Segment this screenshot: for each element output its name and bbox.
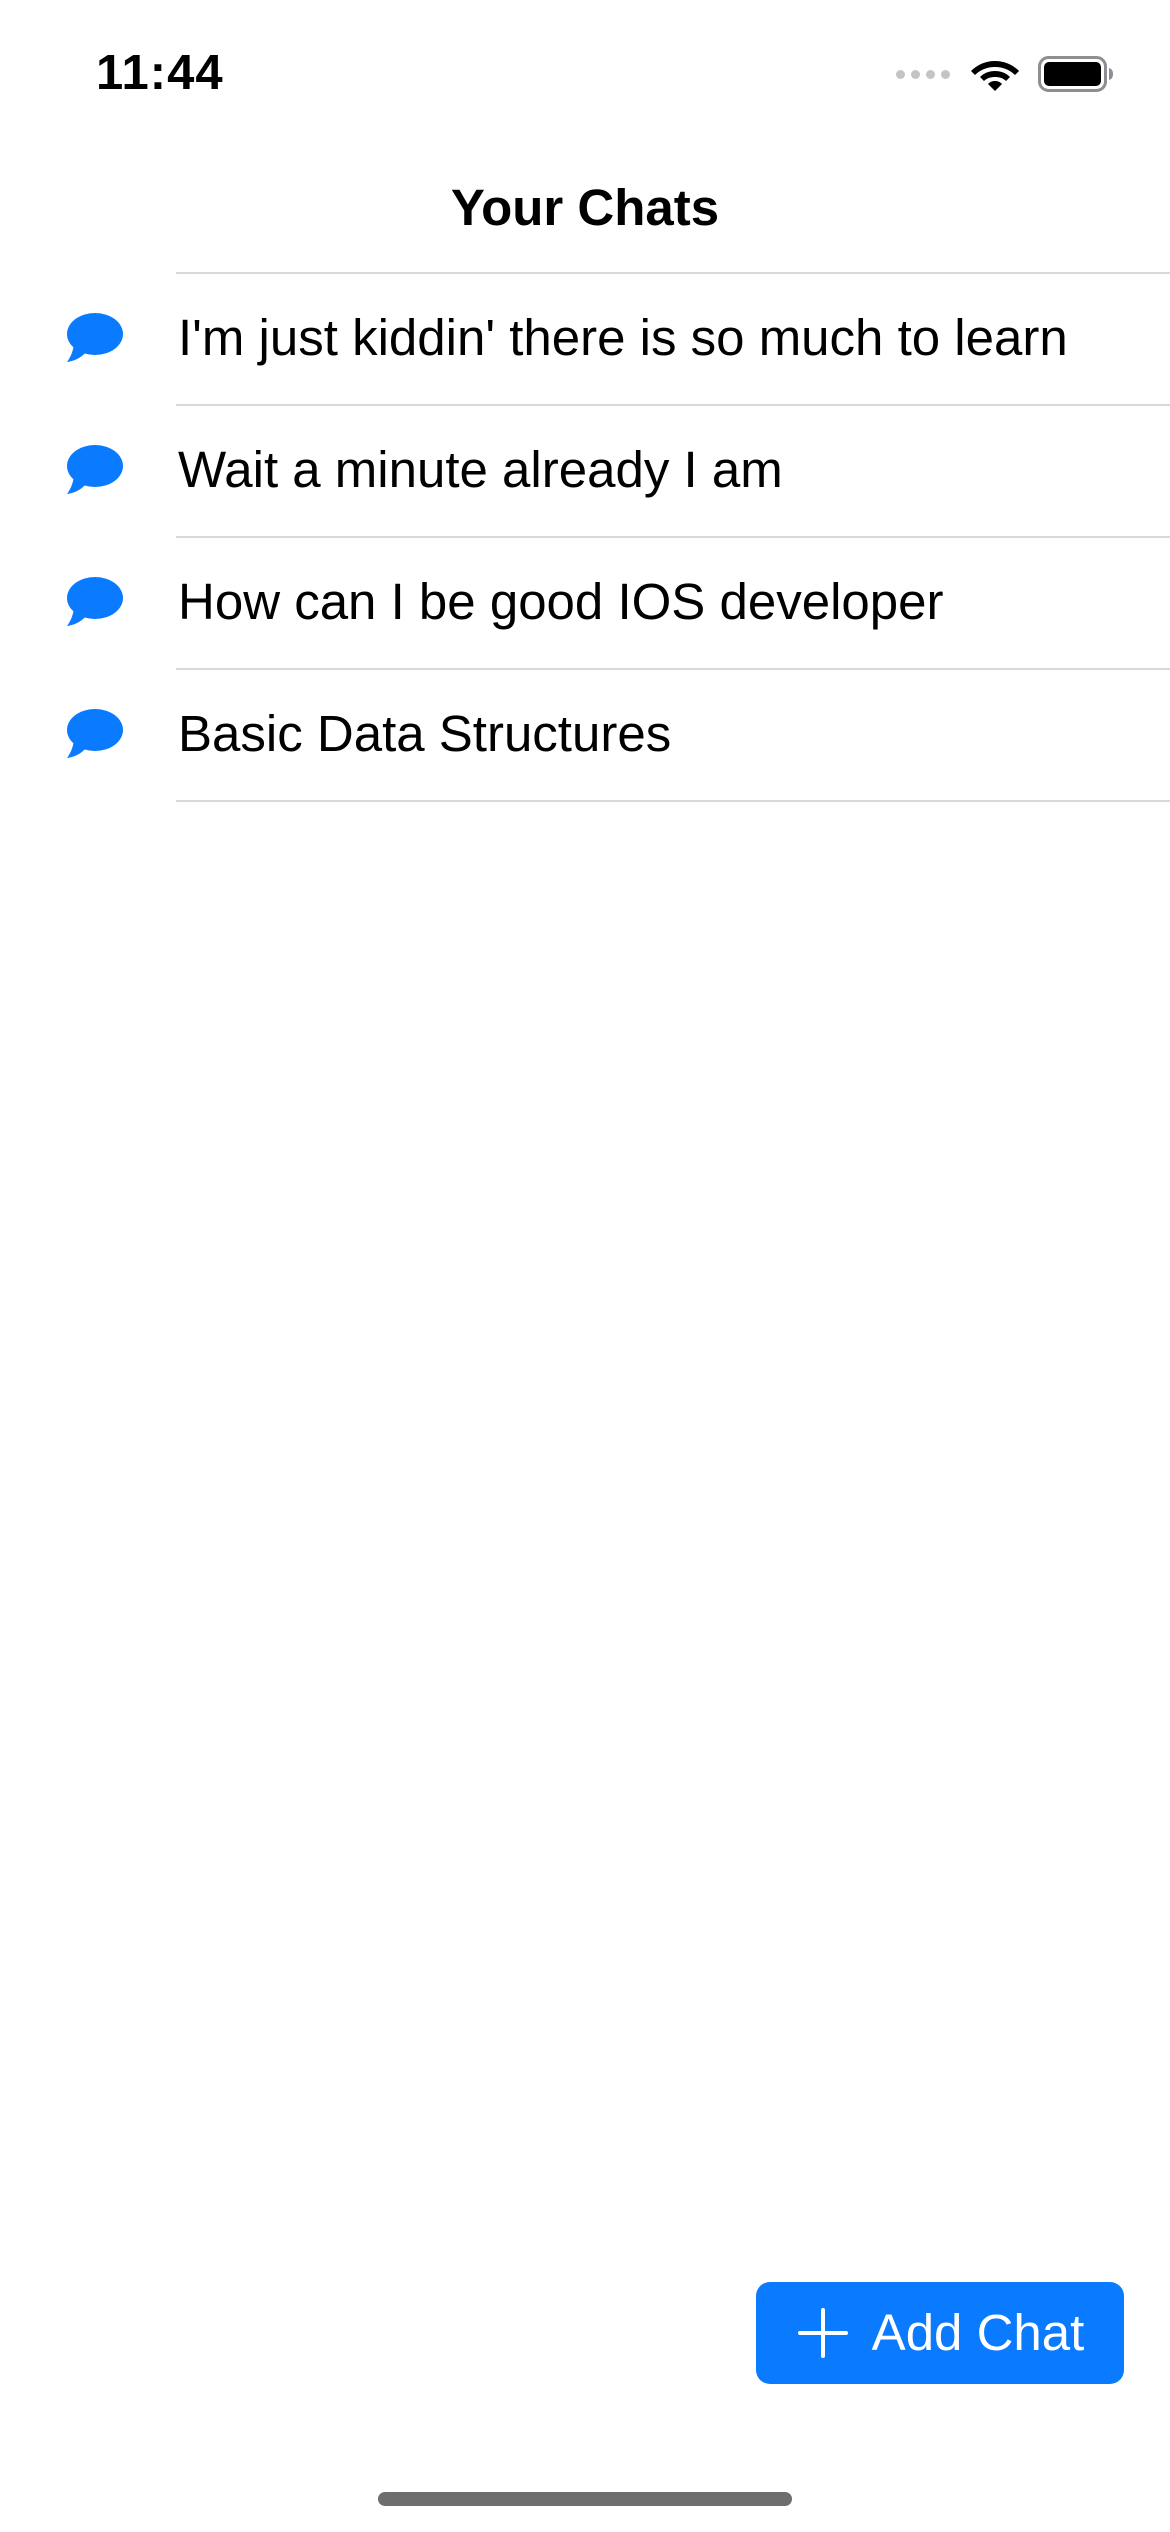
row-divider (176, 536, 1170, 538)
chat-row[interactable]: I'm just kiddin' there is so much to lea… (0, 272, 1170, 404)
row-divider (176, 404, 1170, 406)
cellular-signal-icon (896, 69, 950, 79)
chat-bubble-icon (67, 313, 123, 362)
status-bar: 11:44 (0, 0, 1170, 140)
status-time: 11:44 (96, 46, 224, 100)
chat-title: Basic Data Structures (178, 705, 672, 762)
row-divider (176, 668, 1170, 670)
add-chat-button[interactable]: Add Chat (756, 2282, 1124, 2384)
row-divider (176, 272, 1170, 274)
chat-bubble-icon (67, 709, 123, 758)
battery-icon (1038, 56, 1113, 92)
list-bottom-divider (176, 800, 1170, 802)
chat-title: Wait a minute already I am (178, 441, 783, 498)
home-indicator[interactable] (378, 2492, 792, 2506)
chat-bubble-icon (67, 577, 123, 626)
chat-row[interactable]: Basic Data Structures (0, 668, 1170, 800)
chat-title: How can I be good IOS developer (178, 573, 944, 630)
plus-icon (797, 2308, 848, 2358)
status-icons (896, 52, 1114, 96)
chat-row[interactable]: How can I be good IOS developer (0, 536, 1170, 668)
page-title: Your Chats (450, 179, 720, 236)
chat-list: I'm just kiddin' there is so much to lea… (0, 272, 1170, 802)
chat-title: I'm just kiddin' there is so much to lea… (178, 309, 1068, 366)
add-chat-label: Add Chat (871, 2304, 1085, 2361)
wifi-icon (971, 61, 1019, 91)
chat-bubble-icon (67, 445, 123, 494)
chat-row[interactable]: Wait a minute already I am (0, 404, 1170, 536)
